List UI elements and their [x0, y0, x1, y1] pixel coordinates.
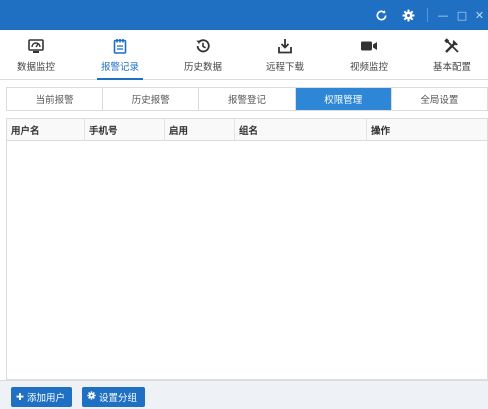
nav-label: 历史数据: [183, 62, 222, 73]
tab-alarm-registration[interactable]: 报警登记: [199, 88, 296, 110]
tools-icon: [444, 36, 460, 56]
gear-icon[interactable]: [398, 0, 418, 30]
main-nav: 数据监控 报警记录 历史数据 远程下载 视频监控 基本配置: [0, 30, 488, 80]
nav-label: 视频监控: [349, 62, 388, 73]
title-bar: — □ ✕: [0, 0, 488, 30]
alarm-clipboard-icon: [113, 36, 127, 56]
nav-item-data-monitor[interactable]: 数据监控: [1, 30, 71, 80]
table-header: 用户名 手机号 启用 组名 操作: [7, 119, 487, 141]
tab-history-alarms[interactable]: 历史报警: [103, 88, 200, 110]
history-clock-icon: [195, 36, 211, 56]
tab-global-settings[interactable]: 全局设置: [392, 88, 487, 110]
tab-current-alarms[interactable]: 当前报警: [7, 88, 104, 110]
active-nav-indicator: [97, 78, 143, 80]
nav-label: 基本配置: [432, 62, 471, 73]
gear-icon: [87, 391, 96, 403]
nav-label: 远程下载: [265, 62, 304, 73]
nav-label: 报警记录: [100, 62, 139, 73]
close-button[interactable]: ✕: [471, 0, 488, 30]
nav-item-alarm-records[interactable]: 报警记录: [85, 30, 155, 80]
tab-permission-management[interactable]: 权限管理: [295, 88, 392, 110]
footer-toolbar: ✚ 添加用户 设置分组: [0, 380, 488, 409]
download-tray-icon: [277, 36, 293, 56]
sub-tab-bar: 当前报警 历史报警 报警登记 权限管理 全局设置: [6, 87, 488, 111]
column-header-enabled[interactable]: 启用: [165, 119, 235, 140]
column-header-phone[interactable]: 手机号: [85, 119, 165, 140]
add-user-button[interactable]: ✚ 添加用户: [11, 387, 72, 407]
maximize-button[interactable]: □: [453, 0, 471, 30]
nav-label: 数据监控: [16, 62, 55, 73]
plus-icon: ✚: [16, 391, 24, 403]
column-header-group[interactable]: 组名: [235, 119, 367, 140]
user-table: 用户名 手机号 启用 组名 操作: [6, 118, 488, 380]
nav-item-video-monitor[interactable]: 视频监控: [334, 30, 404, 80]
title-bar-divider: [427, 8, 428, 22]
column-header-actions[interactable]: 操作: [367, 119, 487, 140]
add-user-label: 添加用户: [26, 393, 65, 404]
nav-item-basic-config[interactable]: 基本配置: [417, 30, 487, 80]
set-group-button[interactable]: 设置分组: [82, 387, 145, 407]
monitor-icon: [28, 36, 44, 56]
column-header-username[interactable]: 用户名: [7, 119, 85, 140]
nav-item-remote-download[interactable]: 远程下载: [250, 30, 320, 80]
set-group-label: 设置分组: [99, 393, 138, 404]
nav-item-history-data[interactable]: 历史数据: [168, 30, 238, 80]
video-camera-icon: [360, 36, 378, 56]
refresh-icon[interactable]: [371, 0, 391, 30]
minimize-button[interactable]: —: [434, 0, 452, 30]
